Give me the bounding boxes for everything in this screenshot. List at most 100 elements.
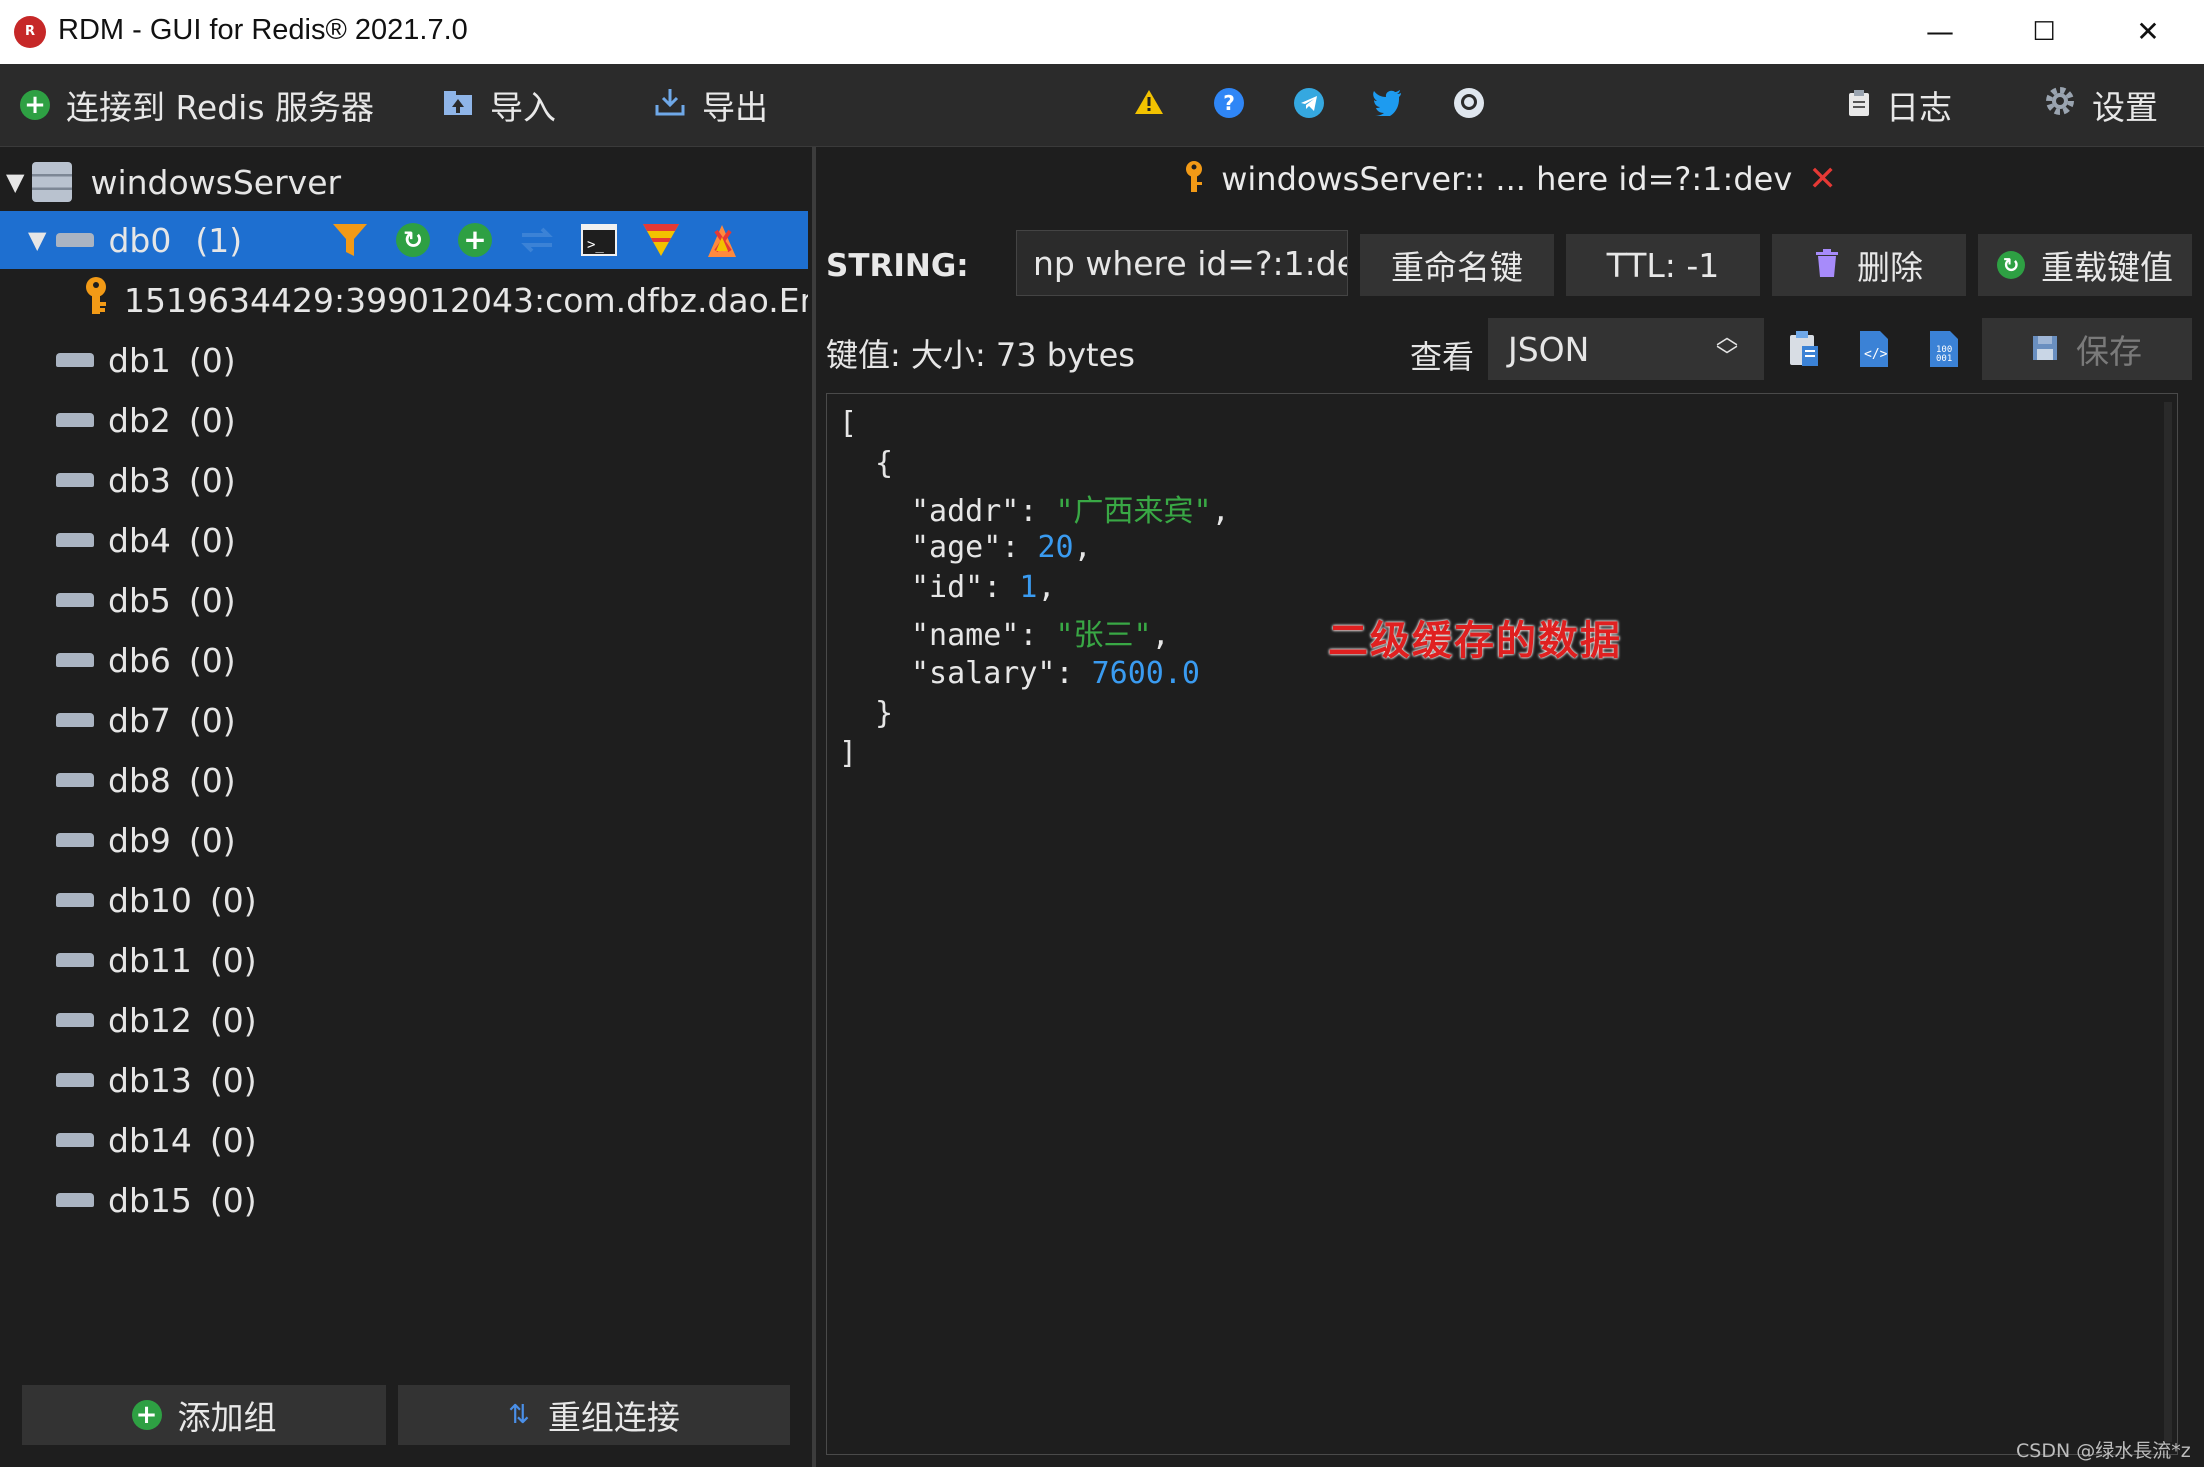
binary-icon[interactable]: 100 001 [1928, 330, 1960, 372]
database-icon [56, 833, 94, 847]
json-comma: , [1073, 530, 1092, 565]
json-colon: : [1019, 494, 1056, 529]
json-key: "salary" [911, 656, 1056, 691]
db-node[interactable]: db13 (0) [0, 1051, 808, 1109]
database-icon [56, 713, 94, 727]
window-title: RDM - GUI for Redis® 2021.7.0 [58, 14, 468, 46]
db-name: db13 [108, 1060, 192, 1100]
db-node[interactable]: db5 (0) [0, 571, 808, 629]
import-button[interactable]: 导入 [442, 82, 556, 128]
settings-button[interactable]: 设置 [2044, 82, 2158, 128]
svg-text:001: 001 [1936, 354, 1952, 364]
reload-value-button[interactable]: ↻ 重载键值 [1978, 234, 2192, 296]
ttl-button[interactable]: TTL: -1 [1566, 234, 1760, 296]
key-item[interactable]: 1519634429:399012043:com.dfbz.dao.EmpDa [0, 271, 808, 329]
db-name: db4 [108, 520, 171, 560]
db-node[interactable]: db10 (0) [0, 871, 808, 929]
json-close-bracket: ] [839, 736, 858, 771]
value-size-label: 键值: 大小: 73 bytes [826, 336, 1135, 374]
key-name-field[interactable]: np where id=?:1:dev [1016, 230, 1348, 296]
json-key: "id" [911, 570, 984, 605]
add-group-button[interactable]: + 添加组 [22, 1385, 386, 1445]
connection-tree-panel: ▼ windowsServer ▼ db0 (1) ↻ + >_ 1519634… [0, 147, 816, 1467]
flush-icon[interactable] [518, 223, 556, 265]
watermark: CSDN @绿水長流*z [2016, 1440, 2191, 1462]
database-icon [56, 1073, 94, 1087]
json-line-addr: "addr": "广西来宾", [911, 486, 1230, 530]
close-tab-icon[interactable]: ✕ [1808, 159, 1837, 199]
expand-arrow-icon[interactable]: ▼ [6, 168, 24, 196]
db-node[interactable]: db4 (0) [0, 511, 808, 569]
db-node[interactable]: db6 (0) [0, 631, 808, 689]
db-node[interactable]: db8 (0) [0, 751, 808, 809]
server-name: windowsServer [90, 162, 342, 202]
floppy-icon [2032, 330, 2058, 369]
key-name: 1519634429:399012043:com.dfbz.dao.EmpDa [124, 280, 808, 320]
key-tab[interactable]: windowsServer:: ... here id=?:1:dev ✕ [816, 159, 2204, 202]
database-icon [56, 533, 94, 547]
log-button[interactable]: 日志 [1848, 82, 1952, 128]
db-node[interactable]: db12 (0) [0, 991, 808, 1049]
database-icon [56, 413, 94, 427]
view-format-select[interactable]: JSON ︿ ﹀ [1488, 318, 1764, 380]
format-code-icon[interactable]: </> [1858, 330, 1890, 372]
annotation-text: 二级缓存的数据 [1328, 617, 1622, 664]
db-node[interactable]: db2 (0) [0, 391, 808, 449]
json-key: "age" [911, 530, 1002, 565]
rename-key-button[interactable]: 重命名键 [1360, 234, 1554, 296]
trash-icon [1815, 246, 1839, 285]
export-button[interactable]: 导出 [654, 82, 768, 128]
svg-text:</>: </> [1864, 347, 1888, 362]
reload-icon[interactable]: ↻ [396, 223, 430, 257]
telegram-icon[interactable] [1294, 88, 1324, 122]
database-icon [56, 353, 94, 367]
value-editor[interactable]: [ { "addr": "广西来宾", "age": 20, "id": 1, … [826, 393, 2178, 1455]
json-colon: : [983, 570, 1020, 605]
db-node[interactable]: db1 (0) [0, 331, 808, 389]
add-key-icon[interactable]: + [458, 223, 492, 257]
db-node[interactable]: db9 (0) [0, 811, 808, 869]
db-node[interactable]: db3 (0) [0, 451, 808, 509]
db-name: db0 [108, 220, 172, 260]
view-format-value: JSON [1508, 329, 1590, 369]
db-name: db3 [108, 460, 171, 500]
plus-icon: + [20, 90, 50, 120]
json-comma: , [1211, 494, 1230, 529]
db-node[interactable]: db14 (0) [0, 1111, 808, 1169]
json-key: "name" [911, 618, 1020, 653]
db-node[interactable]: db15 (0) [0, 1171, 808, 1229]
connect-server-button[interactable]: + 连接到 Redis 服务器 [20, 82, 374, 128]
warning-icon[interactable] [1134, 88, 1164, 120]
export-label: 导出 [702, 88, 768, 127]
db-count: (0) [188, 760, 236, 800]
server-node[interactable]: ▼ windowsServer [0, 153, 808, 211]
reconnect-label: 重组连接 [547, 1398, 680, 1437]
reconnect-button[interactable]: ⇅ 重组连接 [398, 1385, 790, 1445]
save-button[interactable]: 保存 [1982, 318, 2192, 380]
db-node[interactable]: db7 (0) [0, 691, 808, 749]
copy-value-icon[interactable] [1788, 330, 1820, 372]
twitter-icon[interactable] [1372, 90, 1402, 120]
key-icon [1183, 160, 1205, 202]
maximize-button[interactable]: ☐ [1992, 0, 2096, 64]
delete-db-icon[interactable] [702, 221, 742, 267]
analysis-icon[interactable] [642, 223, 680, 265]
editor-scrollbar[interactable] [2164, 402, 2172, 1442]
minimize-button[interactable]: — [1888, 0, 1992, 64]
db-name: db15 [108, 1180, 192, 1220]
database-icon [56, 233, 95, 247]
github-icon[interactable] [1454, 88, 1484, 122]
filter-icon[interactable] [332, 223, 368, 265]
db-node[interactable]: db11 (0) [0, 931, 808, 989]
db-name: db6 [108, 640, 171, 680]
db-node-db0[interactable]: ▼ db0 (1) ↻ + >_ [0, 211, 808, 269]
help-icon[interactable]: ? [1214, 88, 1244, 118]
expand-arrow-icon[interactable]: ▼ [28, 226, 46, 254]
json-open-brace: { [875, 446, 894, 481]
value-type-label: STRING: [826, 248, 969, 284]
close-button[interactable]: ✕ [2096, 0, 2200, 64]
console-icon[interactable]: >_ [580, 223, 618, 265]
delete-key-button[interactable]: 删除 [1772, 234, 1966, 296]
json-line-id: "id": 1, [911, 570, 1056, 605]
json-colon: : [1001, 530, 1038, 565]
